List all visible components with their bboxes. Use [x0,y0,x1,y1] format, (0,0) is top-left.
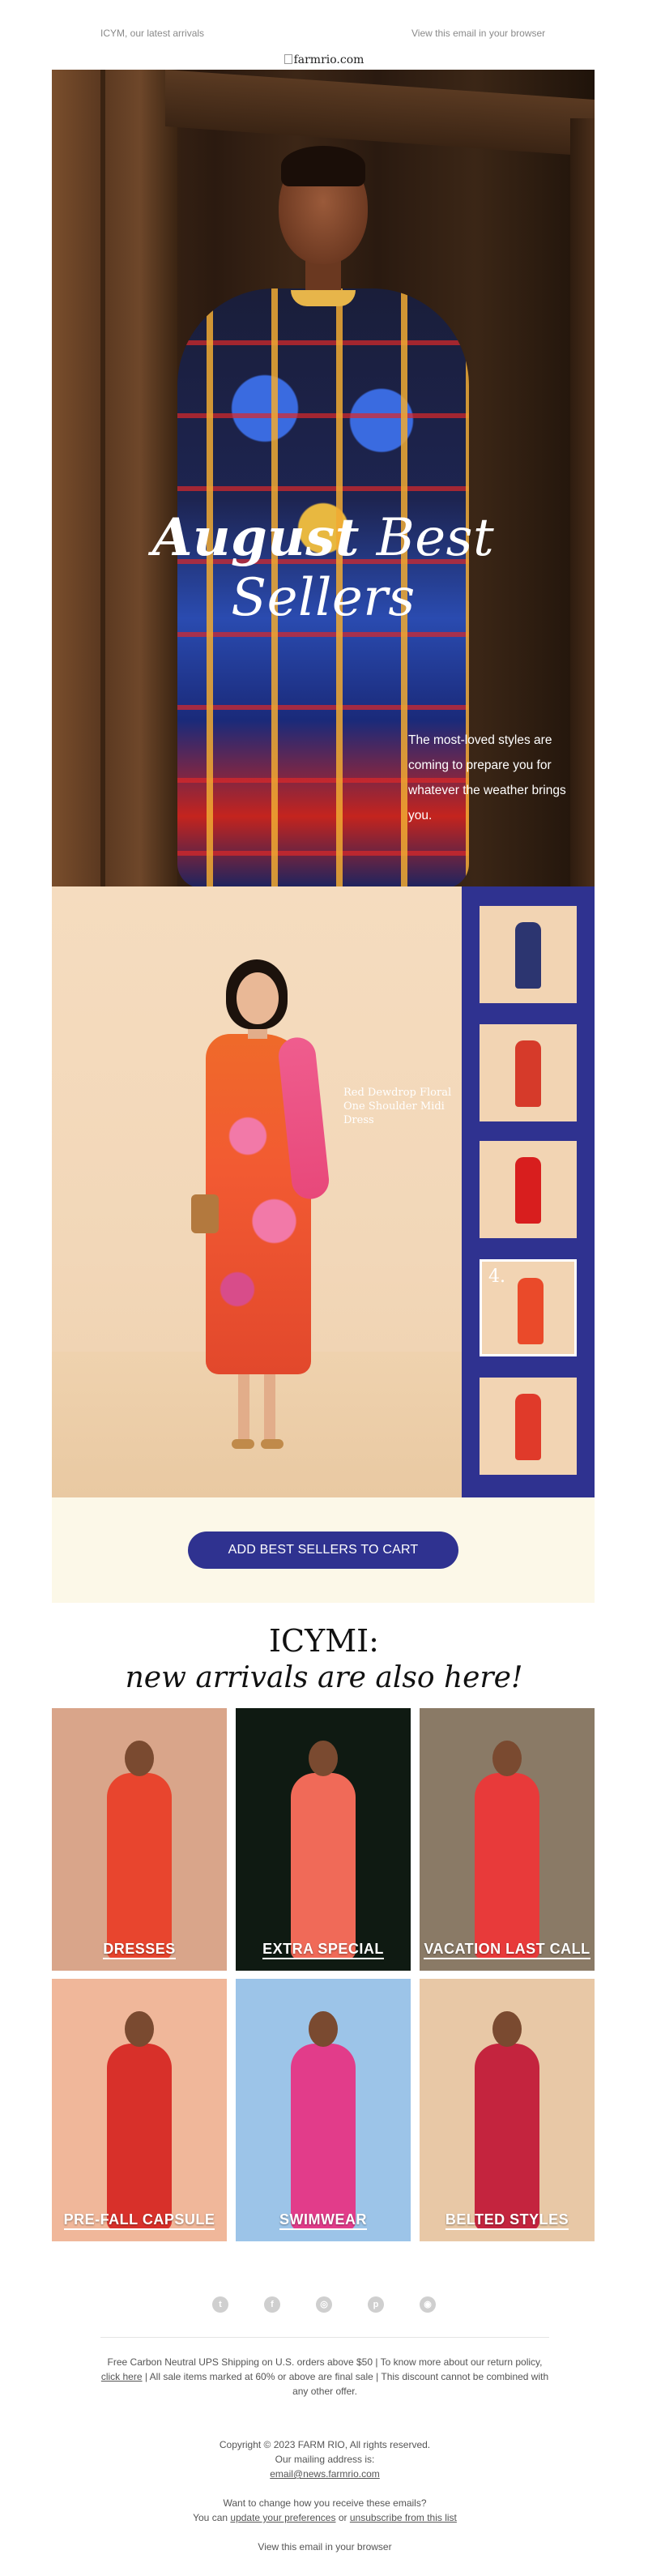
featured-product-image[interactable]: Red Dewdrop Floral One Shoulder Midi Dre… [52,886,462,1497]
category-model-image [475,1741,539,1959]
category-label-text: EXTRA SPECIAL [262,1941,384,1959]
hero-title: August Best Sellers [52,507,595,628]
website-icon[interactable]: ◉ [420,2296,436,2313]
preheader-text: ICYM, our latest arrivals [100,28,205,39]
mailing-email-link[interactable]: email@news.farmrio.com [270,2468,380,2480]
icymi-line1: ICYMI: [269,1623,379,1659]
category-label-text: VACATION LAST CALL [424,1941,590,1959]
model-head [125,1741,154,1776]
sandal [261,1439,284,1449]
footer-view-in-browser-link[interactable]: View this email in your browser [258,2541,391,2553]
category-tile[interactable]: BELTED STYLES [420,1979,595,2241]
model-outfit [475,2044,539,2230]
model-head [492,2011,522,2047]
social-icons: t f ◎ p ◉ [0,2296,648,2316]
category-model-image [107,1741,172,1959]
cta-area: ADD BEST SELLERS TO CART [52,1497,595,1603]
dress-collar [291,290,356,306]
return-policy-link[interactable]: click here [101,2371,143,2382]
featured-model [190,959,331,1462]
garment-image [515,1394,541,1460]
add-best-sellers-to-cart-button[interactable]: ADD BEST SELLERS TO CART [188,1532,458,1569]
instagram-icon[interactable]: ◎ [316,2296,332,2313]
garment-image [515,1040,541,1107]
icymi-heading: ICYMI: new arrivals are also here! [0,1622,648,1697]
category-label[interactable]: PRE-FALL CAPSULE [52,2211,227,2230]
shipping-notice: Free Carbon Neutral UPS Shipping on U.S.… [100,2355,549,2399]
logo-alt-text: farmrio.com [293,53,364,66]
category-model-image [291,2011,356,2230]
product-thumbnail[interactable] [480,1024,577,1121]
model-face [237,972,279,1024]
you-can-text: You can [193,2512,228,2523]
category-model-image [107,2011,172,2230]
mailing-address: email@news.farmrio.com [100,2467,549,2481]
sandal [232,1439,254,1449]
footer-divider [100,2337,549,2338]
model-hair [281,146,365,186]
wood-pillar [52,70,177,886]
category-label[interactable]: EXTRA SPECIAL [236,1941,411,1959]
product-thumbnail[interactable] [480,1141,577,1238]
logo[interactable]: farmrio.com [0,53,648,66]
or-text: or [338,2512,347,2523]
category-label[interactable]: BELTED STYLES [420,2211,595,2230]
category-tile[interactable]: VACATION LAST CALL [420,1708,595,1971]
category-tile[interactable]: EXTRA SPECIAL [236,1708,411,1971]
pinterest-icon[interactable]: p [368,2296,384,2313]
update-preferences-link[interactable]: update your preferences [230,2512,335,2523]
product-thumbnail[interactable] [480,906,577,1003]
clutch-bag [191,1194,219,1233]
model-outfit [475,1773,539,1959]
model-head [125,2011,154,2047]
copyright: Copyright © 2023 FARM RIO, All rights re… [219,2439,431,2450]
sale-text: | All sale items marked at 60% or above … [144,2371,549,2397]
leg [238,1369,249,1442]
category-label-text: PRE-FALL CAPSULE [63,2211,215,2230]
preferences-prompt: Want to change how you receive these ema… [223,2497,427,2509]
model-head [309,1741,338,1776]
category-model-image [475,2011,539,2230]
model-head [492,1741,522,1776]
product-thumbnail-strip: 4. [462,886,595,1497]
view-in-browser-link[interactable]: View this email in your browser [411,28,545,39]
preheader: ICYM, our latest arrivals View this emai… [0,23,648,47]
footer-view-in-browser: View this email in your browser [100,2540,549,2554]
best-sellers-feature: Red Dewdrop Floral One Shoulder Midi Dre… [52,886,595,1497]
category-label[interactable]: DRESSES [52,1941,227,1959]
facebook-icon[interactable]: f [264,2296,280,2313]
twitter-icon[interactable]: t [212,2296,228,2313]
garment-image [515,922,541,989]
model-outfit [291,1773,356,1959]
category-tile[interactable]: DRESSES [52,1708,227,1971]
broken-image-icon [284,54,292,64]
model-outfit [107,2044,172,2230]
hero-copy: The most-loved styles are coming to prep… [408,733,566,822]
shipping-text: Free Carbon Neutral UPS Shipping on U.S.… [107,2356,543,2368]
category-label[interactable]: SWIMWEAR [236,2211,411,2230]
category-label[interactable]: VACATION LAST CALL [420,1941,595,1959]
garment-image [518,1278,544,1344]
product-thumbnail[interactable]: 4. [480,1259,577,1356]
garment-image [515,1157,541,1224]
featured-product-caption: Red Dewdrop Floral One Shoulder Midi Dre… [343,1087,452,1126]
model-head [309,2011,338,2047]
model-outfit [107,1773,172,1959]
icymi-line2: new arrivals are also here! [125,1661,523,1694]
product-thumbnail[interactable] [480,1378,577,1475]
leg [264,1369,275,1442]
category-label-text: DRESSES [103,1941,176,1959]
category-label-text: BELTED STYLES [445,2211,569,2230]
category-tile[interactable]: PRE-FALL CAPSULE [52,1979,227,2241]
category-tile[interactable]: SWIMWEAR [236,1979,411,2241]
hero-banner[interactable]: August Best Sellers The most-loved style… [52,70,595,886]
mailing-label: Our mailing address is: [275,2454,375,2465]
category-model-image [291,1741,356,1959]
preferences-links: You can update your preferences or unsub… [100,2510,549,2525]
hero-title-bold: August [151,507,360,568]
category-label-text: SWIMWEAR [279,2211,367,2230]
model-outfit [291,2044,356,2230]
unsubscribe-link[interactable]: unsubscribe from this list [350,2512,457,2523]
thumbnail-number: 4. [488,1267,505,1287]
